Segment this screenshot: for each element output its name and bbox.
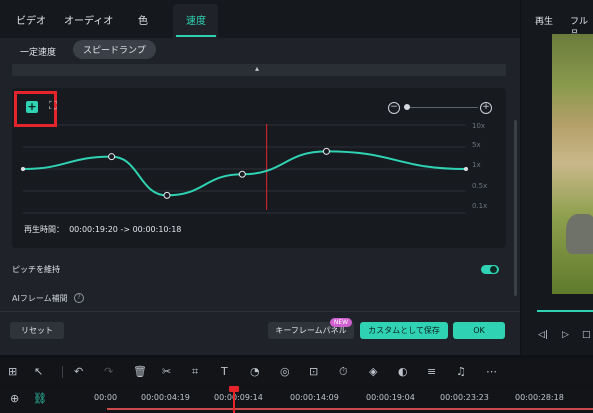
y-label-1x: 1x bbox=[472, 161, 481, 169]
mask-icon[interactable]: ◐ bbox=[398, 365, 408, 378]
reset-button[interactable]: リセット bbox=[10, 322, 64, 339]
duration-label: 再生時間： bbox=[24, 225, 64, 234]
select-arrow-icon[interactable]: ↖ bbox=[34, 365, 43, 378]
keyframe-point-3 bbox=[238, 170, 246, 178]
edit-toolbar bbox=[0, 358, 593, 385]
add-track-icon[interactable]: ⊕ bbox=[10, 392, 19, 405]
selection-range-bar bbox=[107, 408, 593, 410]
delete-icon[interactable]: 🗑 bbox=[133, 365, 147, 378]
pitch-toggle-knob[interactable] bbox=[490, 266, 497, 273]
keyframe-point-0 bbox=[21, 167, 25, 171]
pitch-label: ピッチを維持 bbox=[12, 265, 60, 274]
y-label-0.1x: 0.1x bbox=[472, 202, 488, 210]
video-subject bbox=[566, 214, 593, 254]
toolbar-divider bbox=[62, 366, 63, 378]
duration-value: 00:00:19:20 -> 00:00:10:18 bbox=[69, 225, 182, 234]
timer-icon[interactable]: ⏱ bbox=[339, 365, 348, 379]
text-icon[interactable]: T bbox=[221, 365, 228, 378]
playback-progress[interactable] bbox=[537, 310, 593, 312]
crop-icon[interactable]: ⌗ bbox=[192, 365, 198, 379]
step-back-icon[interactable]: ◁| bbox=[538, 330, 548, 340]
keyframe-point-2 bbox=[163, 191, 171, 199]
stop-icon[interactable]: □ bbox=[582, 330, 591, 340]
ok-button[interactable]: OK bbox=[453, 322, 505, 339]
duration-readout: 再生時間： 00:00:19:20 -> 00:00:10:18 bbox=[24, 224, 181, 235]
undo-icon[interactable]: ↶ bbox=[74, 365, 83, 378]
audio-icon[interactable]: ♫ bbox=[456, 365, 466, 378]
video-preview bbox=[552, 34, 593, 294]
split-icon[interactable]: ✂ bbox=[162, 365, 171, 378]
divider bbox=[0, 311, 520, 312]
new-badge: NEW bbox=[330, 318, 352, 327]
color-icon[interactable]: ◎ bbox=[280, 365, 290, 378]
timecode-0: 00:00 bbox=[94, 393, 118, 402]
timecode-1: 00:00:04:19 bbox=[141, 393, 190, 402]
redo-icon[interactable]: ↷ bbox=[104, 365, 113, 378]
keyframe-point-5 bbox=[464, 167, 468, 171]
y-label-5x: 5x bbox=[472, 141, 481, 149]
keyframe-point-1 bbox=[108, 153, 116, 161]
link-icon[interactable]: ⛓ bbox=[33, 392, 47, 405]
speed-icon[interactable]: ◔ bbox=[250, 365, 260, 378]
zoom-slider-track[interactable] bbox=[404, 107, 478, 108]
expand-icon[interactable]: ⛶ bbox=[49, 99, 57, 113]
keyframe-point-4 bbox=[322, 147, 330, 155]
layout-icon[interactable]: ⊞ bbox=[8, 365, 17, 378]
zoom-out-icon[interactable]: − bbox=[388, 102, 400, 114]
timecode-4: 00:00:19:04 bbox=[366, 393, 415, 402]
timecode-6: 00:00:28:18 bbox=[515, 393, 564, 402]
save-custom-button[interactable]: カスタムとして保存 bbox=[360, 322, 448, 339]
panel-scrollbar[interactable] bbox=[514, 120, 517, 296]
zoom-slider-knob[interactable] bbox=[404, 104, 410, 110]
play-icon[interactable]: ▷ bbox=[562, 330, 569, 340]
timecode-5: 00:00:23:23 bbox=[440, 393, 489, 402]
ai-cut-icon[interactable]: ◈ bbox=[369, 365, 377, 378]
timecode-3: 00:00:14:09 bbox=[290, 393, 339, 402]
speed-curve-svg bbox=[21, 124, 468, 214]
graph-gridlines bbox=[23, 124, 466, 214]
ai-frame-label: AIフレーム補間 bbox=[12, 294, 68, 303]
stabilize-icon[interactable]: ⊡ bbox=[309, 365, 318, 378]
timecode-2: 00:00:09:14 bbox=[214, 393, 263, 402]
adjust-icon[interactable]: ≡ bbox=[427, 365, 436, 378]
tab-playback[interactable]: 再生 bbox=[535, 14, 553, 27]
help-icon[interactable]: ? bbox=[74, 293, 84, 303]
zoom-in-icon[interactable]: + bbox=[480, 102, 492, 114]
more-icon[interactable]: ⋯ bbox=[486, 365, 497, 378]
y-label-10x: 10x bbox=[472, 122, 486, 130]
y-label-0.5x: 0.5x bbox=[472, 182, 488, 190]
playhead-handle[interactable] bbox=[229, 386, 239, 392]
